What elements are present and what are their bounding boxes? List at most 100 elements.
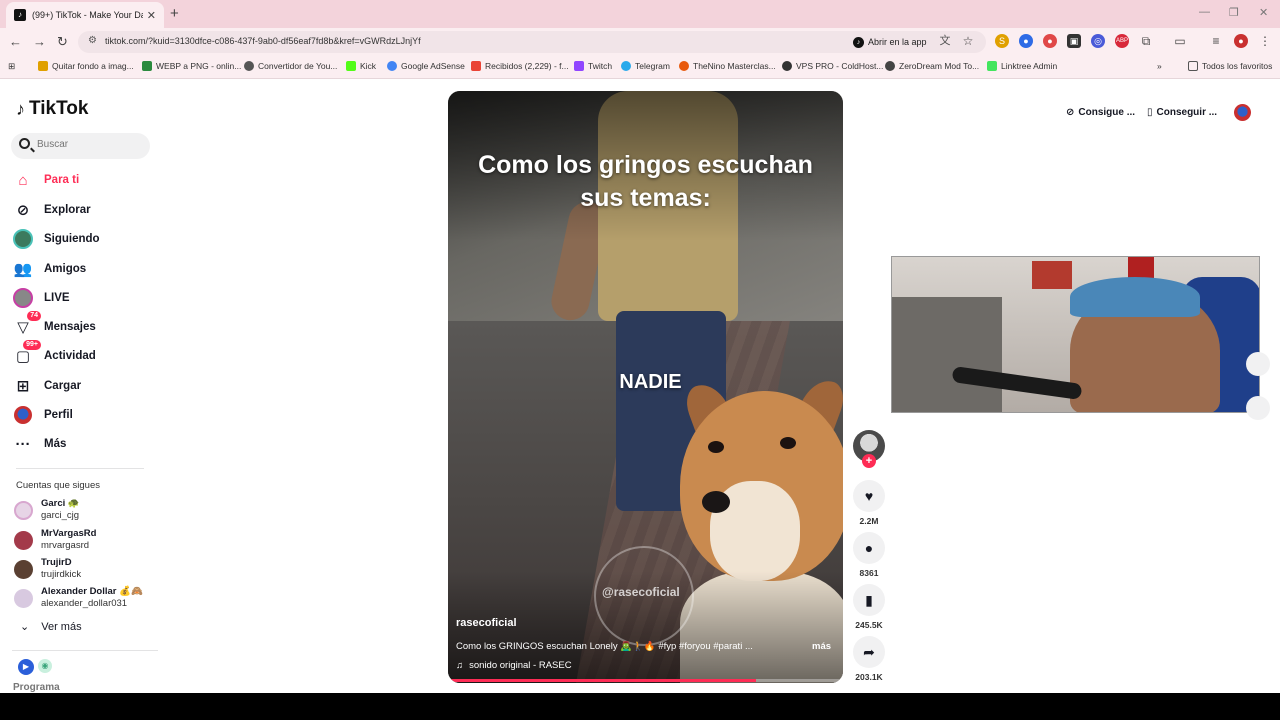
video-caption: Como los GRINGOS escuchan Lonely 🧟‍♂️🚶🔥 … [456,641,753,652]
messages-badge: 74 [27,311,41,321]
avatar [14,588,33,608]
nav-siguiendo[interactable]: Siguiendo [12,227,100,251]
video-player[interactable]: Como los gringos escuchan sus temas: NAD… [448,91,843,683]
activity-badge: 99+ [23,340,41,350]
forward-icon[interactable]: → [33,34,46,49]
following-account[interactable]: Garci 🐢 garci_cjg [14,498,80,522]
adblock-icon[interactable]: ABP [1115,34,1129,48]
account-name: Garci 🐢 [41,498,80,509]
save-button[interactable]: ▮ [853,584,885,616]
bookmark-item[interactable]: Linktree Admin [987,61,1057,71]
bookmark-item[interactable]: Google AdSense [387,61,465,71]
share-button[interactable]: ➦ [853,636,885,668]
get-app-button[interactable]: ▯ Conseguir ... [1147,103,1217,121]
comment-button[interactable]: ● [853,532,885,564]
close-window-icon[interactable]: ✕ [1259,6,1268,19]
nav-live[interactable]: LIVE [12,286,70,310]
minimize-icon[interactable]: — [1199,6,1210,18]
heart-icon: ♥ [864,488,874,504]
follow-plus-icon[interactable]: + [862,454,876,468]
nav-cargar[interactable]: ⊞ Cargar [12,374,81,398]
see-more-button[interactable]: ⌄ Ver más [20,620,82,634]
see-more-label: Ver más [41,620,82,633]
restore-icon[interactable]: ❐ [1229,6,1239,19]
bookmark-star-icon[interactable]: ☆ [961,34,975,48]
bookmark-item[interactable]: WEBP a PNG - onlin... [142,61,241,71]
nav-explorar[interactable]: ⊘ Explorar [12,198,91,222]
menu-kebab-icon[interactable]: ⋮ [1258,34,1272,48]
following-account[interactable]: Alexander Dollar 💰🙈 alexander_dollar031 [14,586,143,610]
floating-extension-icon[interactable]: ▶ [18,659,34,675]
avatar [14,500,33,520]
url-text[interactable]: tiktok.com/?kuid=3130dfce-c086-437f-9ab0… [105,36,421,46]
apps-grid-icon[interactable]: ⊞ [8,61,15,72]
bookmark-item[interactable]: Quitar fondo a imag... [38,61,134,71]
translate-icon[interactable]: 文 [938,34,952,48]
previous-video-button[interactable] [1246,352,1270,376]
new-tab-icon[interactable]: + [170,5,179,22]
nav-label: Para ti [44,174,80,186]
close-tab-icon[interactable]: ✕ [147,9,156,22]
video-sound[interactable]: ♫ sonido original - RASEC [456,660,572,671]
reading-list-icon[interactable]: ≡ [1209,34,1223,48]
back-icon[interactable]: ← [9,34,22,49]
cast-icon[interactable]: ▭ [1173,34,1187,48]
nav-amigos[interactable]: 👥 Amigos [12,257,87,281]
open-in-app-button[interactable]: ♪ Abrir en la app [849,34,935,50]
avatar [14,530,33,550]
caption-more-button[interactable]: más [812,641,831,652]
nav-label: Más [44,438,67,450]
nav-label: Mensajes [44,321,96,333]
vps-icon [782,61,792,71]
nav-label: Actividad [44,350,96,362]
profile-avatar-icon[interactable]: ● [1234,34,1248,48]
account-name: MrVargasRd [41,528,97,539]
messages-icon: ▽ 74 [12,311,41,338]
get-coins-button[interactable]: ⊘ Consigue ... [1066,103,1135,121]
extension-icon[interactable]: ● [1043,34,1057,48]
nav-mensajes[interactable]: ▽ 74 Mensajes [12,311,96,339]
extension-icon[interactable]: S [995,34,1009,48]
search-box[interactable] [11,133,150,159]
user-avatar[interactable] [1234,104,1251,121]
more-bookmarks-icon[interactable]: » [1157,61,1162,71]
like-button[interactable]: ♥ [853,480,885,512]
video-progress-bar[interactable] [448,679,843,682]
following-account[interactable]: MrVargasRd mrvargasrd [14,528,96,552]
bookmark-item[interactable]: Recibidos (2,229) - f... [471,61,569,71]
search-input[interactable] [37,139,147,150]
bookmark-item[interactable]: TheNino Masterclas... [679,61,776,71]
nav-mas[interactable]: ··· Más [12,432,67,456]
bookmark-item[interactable]: Telegram [621,61,670,71]
tiktok-logo[interactable]: ♪ TikTok [16,98,88,120]
floating-extension-icon[interactable]: ◉ [38,659,52,673]
all-bookmarks-button[interactable]: Todos los favoritos [1188,61,1272,71]
account-handle: mrvargasrd [41,540,90,551]
comment-count: 8361 [859,568,879,578]
browser-tab[interactable]: ♪ (99+) TikTok - Make Your Day ✕ [6,2,164,28]
fire-icon [679,61,689,71]
profile-avatar-icon [12,404,34,426]
nav-perfil[interactable]: Perfil [12,403,73,427]
telegram-icon [621,61,631,71]
bookmark-item[interactable]: VPS PRO - ColdHost... [782,61,883,71]
extension-icon[interactable]: ▣ [1067,34,1081,48]
bookmark-item[interactable]: Kick [346,61,376,71]
bookmark-item[interactable]: Twitch [574,61,612,71]
extensions-puzzle-icon[interactable]: ⧉ [1139,34,1153,48]
video-author[interactable]: rasecoficial [456,617,517,629]
extension-icon[interactable]: ◎ [1091,34,1105,48]
following-account[interactable]: TrujirD trujirdkick [14,557,81,581]
nav-para-ti[interactable]: ⌂ Para ti [12,168,79,192]
site-info-icon[interactable]: ⚙ [88,35,97,46]
bookmark-item[interactable]: ZeroDream Mod To... [885,61,979,71]
extension-icon[interactable]: ● [1019,34,1033,48]
reload-icon[interactable]: ↻ [57,34,68,50]
bookmark-item[interactable]: Convertidor de You... [244,61,337,71]
get-app-label: Conseguir ... [1156,106,1218,118]
next-video-button[interactable] [1246,396,1270,420]
nav-label: Cargar [44,380,82,392]
webp-icon [142,61,152,71]
browser-tab-strip [0,0,1280,28]
nav-actividad[interactable]: ▢ 99+ Actividad [12,340,96,368]
